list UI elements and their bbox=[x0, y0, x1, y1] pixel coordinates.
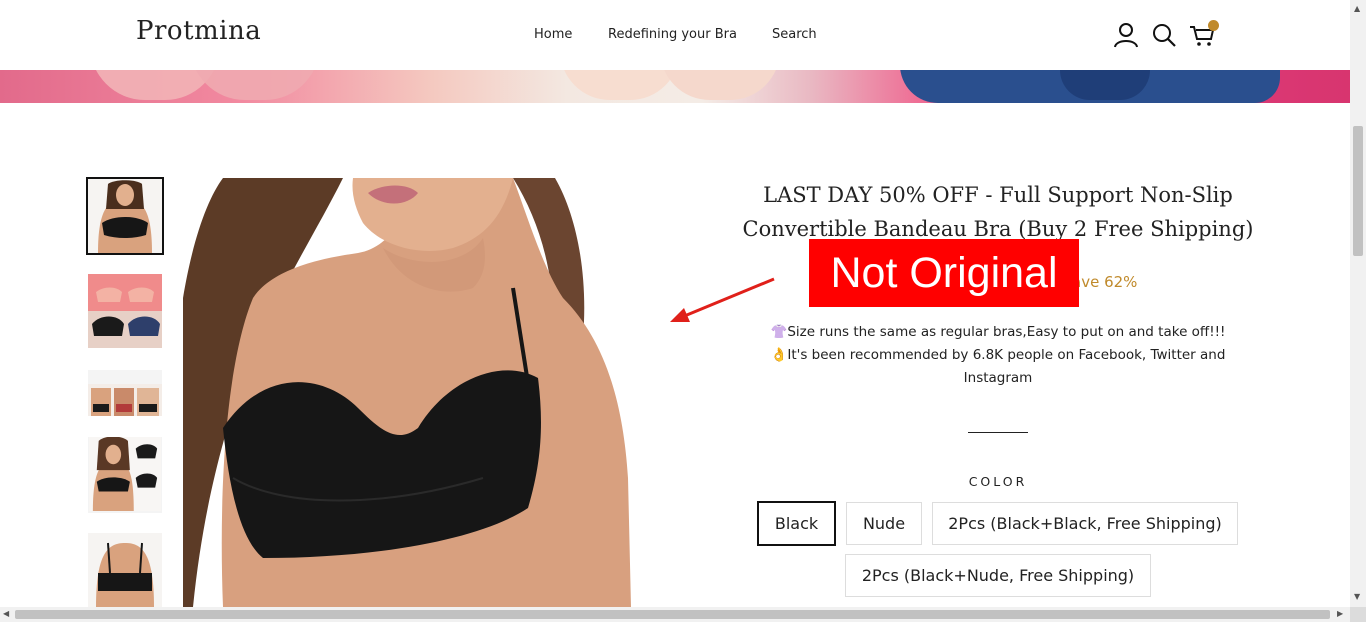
color-option-label: COLOR bbox=[968, 474, 1028, 489]
description-line: 👚Size runs the same as regular bras,Easy… bbox=[770, 324, 1226, 340]
product-title: LAST DAY 50% OFF - Full Support Non-Slip… bbox=[740, 178, 1256, 246]
site-logo[interactable]: Protmina bbox=[136, 16, 261, 46]
horizontal-scrollbar[interactable]: ◀ ▶ bbox=[0, 607, 1350, 622]
account-icon[interactable] bbox=[1113, 22, 1139, 48]
color-option-2pcs-black-black[interactable]: 2Pcs (Black+Black, Free Shipping) bbox=[932, 502, 1238, 545]
product-thumbnail[interactable] bbox=[88, 437, 162, 513]
not-original-label: Not Original bbox=[809, 239, 1079, 307]
product-title-line1: LAST DAY 50% OFF - Full Support Non-Slip bbox=[763, 183, 1233, 207]
site-header: Protmina Home Redefining your Bra Search bbox=[0, 0, 1350, 70]
product-thumbnail[interactable] bbox=[86, 177, 164, 255]
nav-home[interactable]: Home bbox=[534, 27, 572, 42]
vertical-scrollbar[interactable]: ▲ ▼ bbox=[1350, 0, 1366, 607]
divider bbox=[968, 432, 1028, 433]
product-description: 👚Size runs the same as regular bras,Easy… bbox=[752, 321, 1244, 390]
scroll-left-arrow-icon[interactable]: ◀ bbox=[3, 609, 9, 618]
main-product-image[interactable] bbox=[183, 178, 643, 607]
nav-search[interactable]: Search bbox=[772, 27, 817, 42]
description-line: 👌It's been recommended by 6.8K people on… bbox=[770, 347, 1226, 363]
save-percentage: ave 62% bbox=[1072, 273, 1138, 291]
color-option-2pcs-black-nude[interactable]: 2Pcs (Black+Nude, Free Shipping) bbox=[845, 554, 1151, 597]
color-option-black[interactable]: Black bbox=[757, 501, 836, 546]
hero-banner-image bbox=[0, 70, 1350, 103]
scroll-down-arrow-icon[interactable]: ▼ bbox=[1354, 592, 1360, 601]
description-line: Instagram bbox=[963, 370, 1033, 386]
scroll-right-arrow-icon[interactable]: ▶ bbox=[1337, 609, 1343, 618]
horizontal-scroll-thumb[interactable] bbox=[15, 610, 1330, 619]
vertical-scroll-thumb[interactable] bbox=[1353, 126, 1363, 256]
search-icon[interactable] bbox=[1151, 22, 1177, 48]
product-thumbnail[interactable] bbox=[88, 370, 162, 416]
nav-redefining-your-bra[interactable]: Redefining your Bra bbox=[608, 27, 737, 42]
scroll-up-arrow-icon[interactable]: ▲ bbox=[1354, 4, 1360, 13]
scrollbar-corner bbox=[1350, 607, 1366, 622]
cart-count-badge bbox=[1208, 20, 1219, 31]
product-thumbnail[interactable] bbox=[88, 274, 162, 348]
product-thumbnail[interactable] bbox=[88, 533, 162, 607]
annotation-arrow bbox=[670, 277, 775, 322]
color-option-nude[interactable]: Nude bbox=[846, 502, 922, 545]
page: Protmina Home Redefining your Bra Search bbox=[0, 0, 1350, 607]
